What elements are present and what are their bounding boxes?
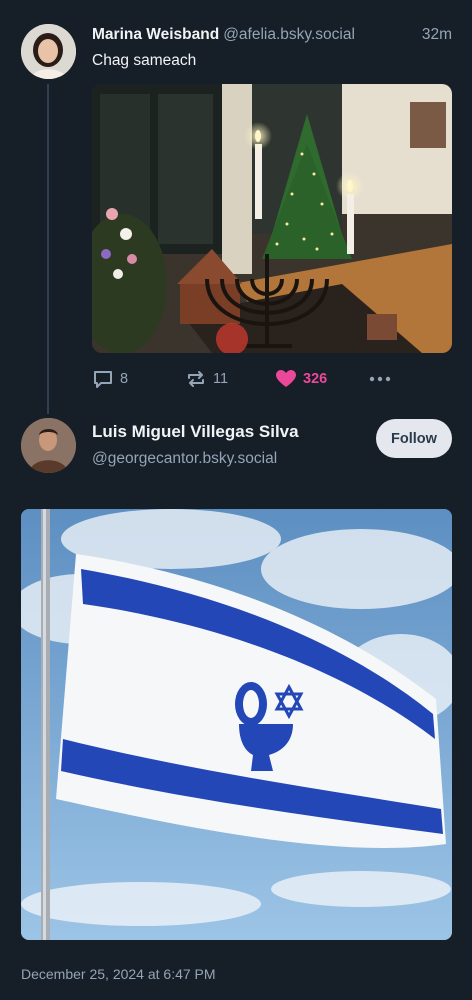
heart-icon — [276, 370, 296, 387]
author-handle[interactable]: @georgecantor.bsky.social — [92, 450, 277, 468]
author-name[interactable]: Luis Miguel Villegas Silva — [92, 422, 299, 442]
post-header: Marina Weisband @afelia.bsky.social 32m — [92, 26, 452, 46]
follow-button[interactable]: Follow — [376, 419, 452, 458]
post-time[interactable]: 32m — [422, 26, 452, 44]
avatar[interactable] — [21, 24, 76, 79]
author-name[interactable]: Marina Weisband — [92, 26, 219, 43]
reply-icon — [94, 371, 112, 388]
repost-button[interactable]: 11 — [185, 368, 228, 390]
thread-line — [47, 84, 49, 414]
more-icon — [369, 376, 391, 382]
post-text: Chag sameach — [92, 52, 197, 69]
repost-icon — [188, 371, 204, 387]
post-image-flag[interactable] — [21, 509, 452, 940]
more-options-button[interactable] — [368, 368, 392, 390]
author-handle[interactable]: @afelia.bsky.social — [223, 26, 355, 43]
post-timestamp: December 25, 2024 at 6:47 PM — [21, 966, 216, 982]
like-count: 326 — [303, 371, 328, 387]
reply-button[interactable]: 8 — [92, 368, 128, 390]
repost-count: 11 — [213, 371, 229, 387]
avatar[interactable] — [21, 418, 76, 473]
like-button[interactable]: 326 — [275, 368, 327, 390]
post-image-menorah[interactable] — [92, 84, 452, 353]
reply-count: 8 — [120, 371, 129, 387]
post-actions: 8 11 326 — [92, 368, 452, 390]
